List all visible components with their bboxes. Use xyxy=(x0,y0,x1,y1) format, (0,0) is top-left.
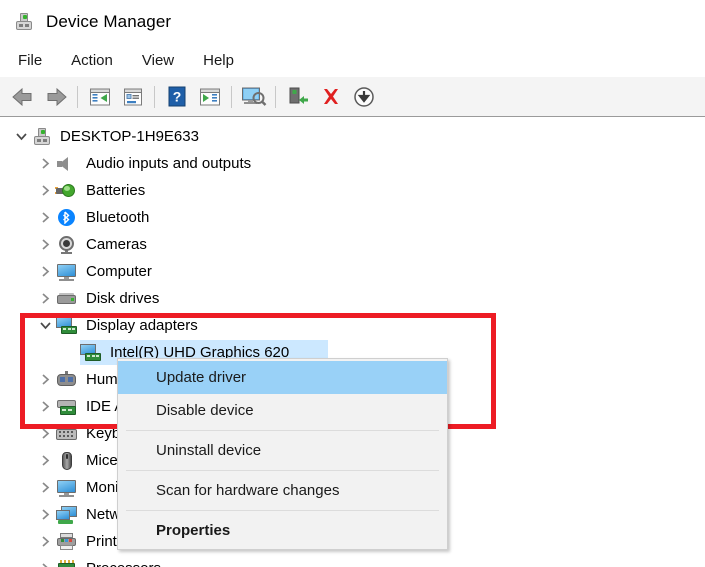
tree-item-label: Bluetooth xyxy=(86,209,150,226)
display-adapter-icon xyxy=(56,316,78,336)
toolbar-separator xyxy=(77,85,78,108)
chevron-right-icon[interactable] xyxy=(34,536,56,547)
chevron-right-icon[interactable] xyxy=(34,212,56,223)
printer-icon xyxy=(56,532,78,552)
tree-item-bluetooth[interactable]: Bluetooth xyxy=(0,204,705,231)
tree-item-disk-drives[interactable]: Disk drives xyxy=(0,285,705,312)
back-arrow-icon[interactable] xyxy=(6,81,39,113)
toolbar-separator xyxy=(275,85,276,108)
properties-icon[interactable] xyxy=(116,81,149,113)
menu-help[interactable]: Help xyxy=(203,49,247,72)
chevron-right-icon[interactable] xyxy=(34,266,56,277)
chevron-right-icon[interactable] xyxy=(34,563,56,567)
mouse-icon xyxy=(56,451,78,471)
context-menu-separator xyxy=(126,470,439,471)
menu-view[interactable]: View xyxy=(142,49,187,72)
hid-icon xyxy=(56,370,78,390)
network-adapter-icon xyxy=(56,505,78,525)
disable-device-icon[interactable] xyxy=(347,81,380,113)
chevron-right-icon[interactable] xyxy=(34,401,56,412)
tree-item-label: Processors xyxy=(86,560,161,567)
title-bar: Device Manager xyxy=(0,0,705,43)
chevron-right-icon[interactable] xyxy=(34,455,56,466)
tree-item-label: Cameras xyxy=(86,236,147,253)
chevron-down-icon[interactable] xyxy=(10,132,32,141)
tree-item-label: Display adapters xyxy=(86,317,198,334)
context-menu-item-scan-for-hardware-changes[interactable]: Scan for hardware changes xyxy=(118,474,447,507)
disk-drive-icon xyxy=(56,289,78,309)
tree-item-display-adapters[interactable]: Display adapters xyxy=(0,312,705,339)
context-menu-item-update-driver[interactable]: Update driver xyxy=(118,361,447,394)
toolbar-separator xyxy=(154,85,155,108)
context-menu-separator xyxy=(126,510,439,511)
bluetooth-icon xyxy=(56,208,78,228)
menu-bar: File Action View Help xyxy=(0,43,705,77)
chevron-right-icon[interactable] xyxy=(34,158,56,169)
toolbar: ? xyxy=(0,77,705,117)
chevron-right-icon[interactable] xyxy=(34,293,56,304)
chevron-right-icon[interactable] xyxy=(34,185,56,196)
chevron-right-icon[interactable] xyxy=(34,239,56,250)
tree-item-desktop-root[interactable]: DESKTOP-1H9E633 xyxy=(0,123,705,150)
chevron-right-icon[interactable] xyxy=(34,482,56,493)
keyboard-icon xyxy=(56,424,78,444)
menu-action[interactable]: Action xyxy=(71,49,126,72)
show-hide-console-tree-icon[interactable] xyxy=(83,81,116,113)
toolbar-separator xyxy=(231,85,232,108)
chevron-right-icon[interactable] xyxy=(34,428,56,439)
tree-item-label: Disk drives xyxy=(86,290,160,307)
enable-device-icon[interactable] xyxy=(281,81,314,113)
svg-text:?: ? xyxy=(172,89,181,105)
context-menu-item-uninstall-device[interactable]: Uninstall device xyxy=(118,434,447,467)
tree-item-label: Audio inputs and outputs xyxy=(86,155,252,172)
tree-item-audio[interactable]: Audio inputs and outputs xyxy=(0,150,705,177)
context-menu-separator xyxy=(126,430,439,431)
scan-hardware-changes-icon[interactable] xyxy=(237,81,270,113)
device-manager-window: Device Manager File Action View Help ? D… xyxy=(0,0,705,567)
menu-file[interactable]: File xyxy=(18,49,55,72)
battery-icon xyxy=(55,181,78,201)
tree-item-batteries[interactable]: Batteries xyxy=(0,177,705,204)
monitor-icon xyxy=(56,262,78,282)
help-icon[interactable]: ? xyxy=(160,81,193,113)
update-driver-icon[interactable] xyxy=(193,81,226,113)
tree-item-processors[interactable]: Processors xyxy=(0,555,705,567)
camera-icon xyxy=(56,235,78,255)
chevron-right-icon[interactable] xyxy=(34,374,56,385)
context-menu-item-disable-device[interactable]: Disable device xyxy=(118,394,447,427)
context-menu-item-properties[interactable]: Properties xyxy=(118,514,447,547)
ide-controller-icon xyxy=(56,397,78,417)
chevron-right-icon[interactable] xyxy=(34,509,56,520)
monitor-icon xyxy=(56,478,78,498)
chevron-down-icon[interactable] xyxy=(34,321,56,330)
tree-item-computer[interactable]: Computer xyxy=(0,258,705,285)
tree-item-cameras[interactable]: Cameras xyxy=(0,231,705,258)
device-manager-icon xyxy=(14,12,34,31)
uninstall-device-icon[interactable] xyxy=(314,81,347,113)
display-adapter-child-icon xyxy=(80,343,102,363)
tree-item-label: Batteries xyxy=(86,182,146,199)
device-context-menu[interactable]: Update driver Disable device Uninstall d… xyxy=(117,358,448,550)
computer-root-icon xyxy=(32,127,52,146)
forward-arrow-icon[interactable] xyxy=(39,81,72,113)
window-title: Device Manager xyxy=(46,11,172,31)
tree-item-label: Computer xyxy=(86,263,152,280)
processor-icon xyxy=(56,559,78,567)
tree-item-label: DESKTOP-1H9E633 xyxy=(60,128,199,145)
speaker-icon xyxy=(56,154,78,174)
